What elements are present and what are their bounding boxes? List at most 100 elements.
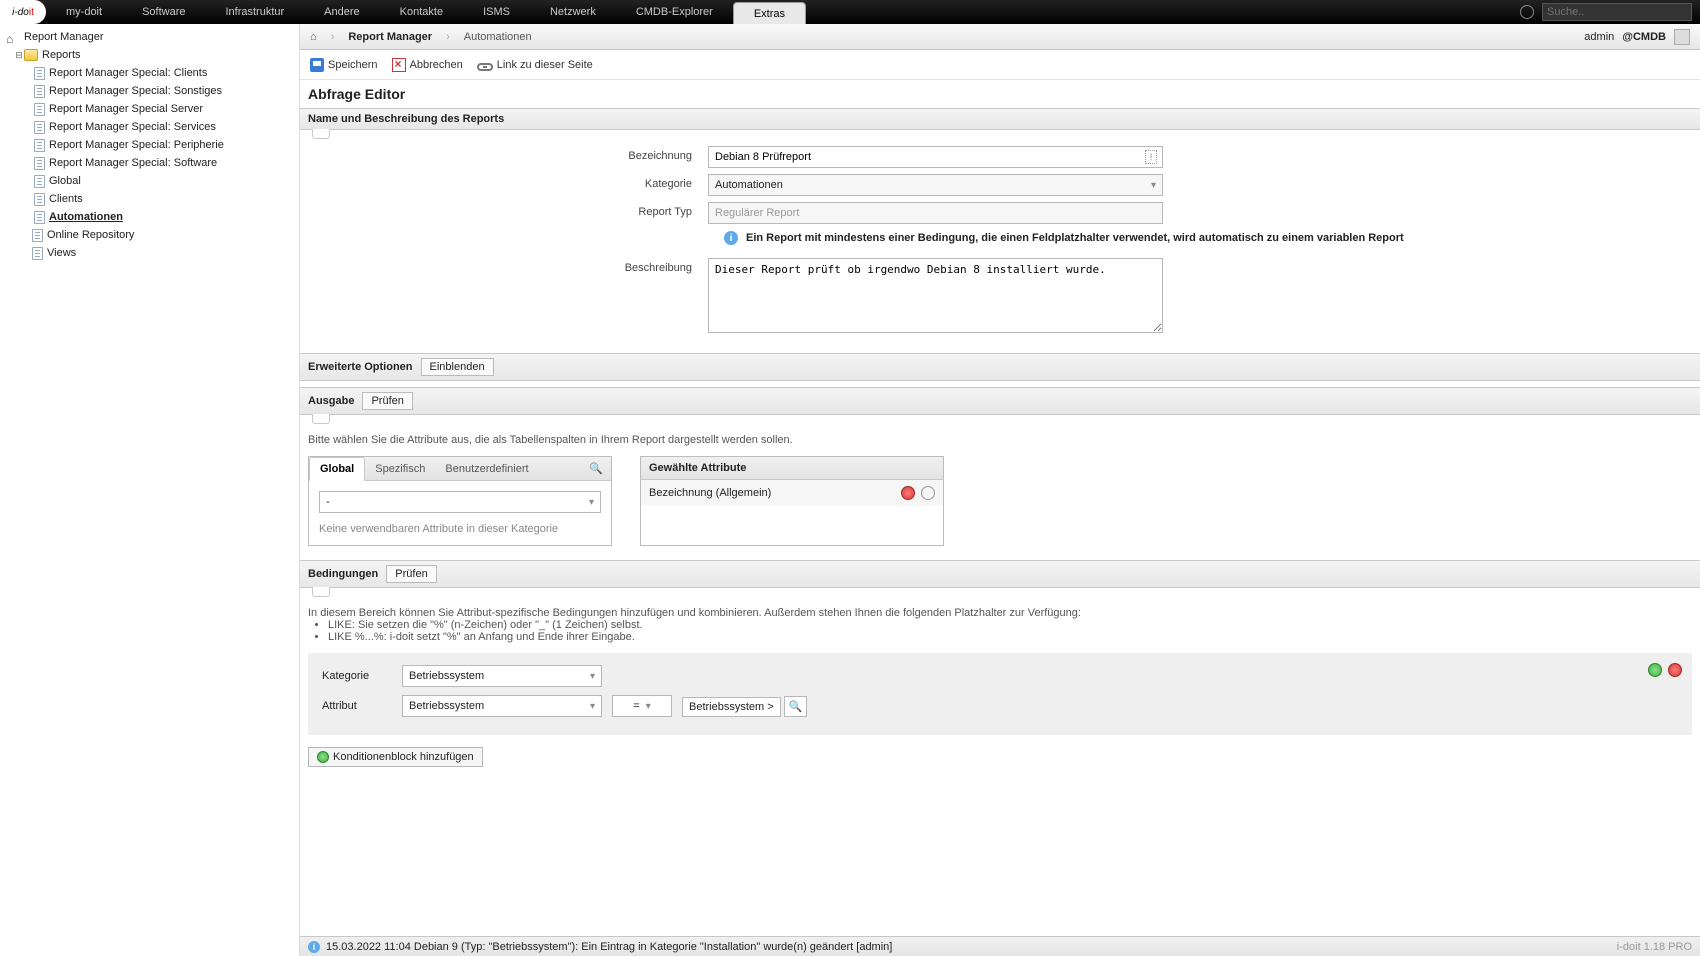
sidebar-item-label: Report Manager Special: Services	[49, 119, 216, 135]
sidebar-item-3[interactable]: Report Manager Special: Services	[0, 118, 299, 136]
breadcrumb-automationen[interactable]: Automationen	[464, 31, 532, 43]
sidebar-item-8[interactable]: Automationen	[0, 208, 299, 226]
cond-attribut-value: Betriebssystem	[409, 700, 484, 712]
doc-icon	[34, 211, 45, 224]
chevron-right-icon: ›	[331, 31, 335, 43]
select-kategorie-value: Automationen	[715, 179, 783, 191]
topnav-list: my-doitSoftwareInfrastrukturAndereKontak…	[46, 0, 806, 24]
sidebar-item-label: Report Manager Special: Peripherie	[49, 137, 224, 153]
tree-reports[interactable]: ⊟Reports	[0, 46, 299, 64]
select-kategorie[interactable]: Automationen ▾	[708, 174, 1163, 196]
topnav-item-kontakte[interactable]: Kontakte	[380, 0, 463, 24]
status-bar: i 15.03.2022 11:04 Debian 9 (Typ: "Betri…	[300, 936, 1700, 956]
chevron-down-icon: ▾	[590, 701, 595, 712]
cond-browse-button[interactable]: 🔍	[784, 696, 808, 717]
label-report-typ: Report Typ	[308, 202, 708, 218]
tree-root[interactable]: Report Manager	[0, 28, 299, 46]
topnav-item-netzwerk[interactable]: Netzwerk	[530, 0, 616, 24]
cond-select-attribut[interactable]: Betriebssystem ▾	[402, 695, 602, 717]
breadcrumb-report-manager[interactable]: Report Manager	[348, 31, 432, 43]
section-ausgabe: Ausgabe Prüfen	[300, 387, 1700, 415]
attribute-options-button[interactable]	[921, 486, 935, 500]
link-icon	[477, 63, 493, 71]
attr-tab-spezifisch[interactable]: Spezifisch	[365, 458, 435, 480]
global-search-input[interactable]	[1542, 3, 1692, 21]
remove-attribute-button[interactable]	[901, 486, 915, 500]
section-bedingungen-label: Bedingungen	[308, 568, 378, 580]
info-icon: i	[724, 231, 738, 245]
ausgabe-pruefen-button[interactable]: Prüfen	[362, 392, 412, 410]
chevron-right-icon: ›	[446, 31, 450, 43]
field-report-typ: Regulärer Report	[708, 202, 1163, 224]
section-bedingungen: Bedingungen Prüfen	[300, 560, 1700, 588]
sidebar-item-label: Automationen	[49, 209, 123, 225]
chevron-down-icon: ▾	[646, 701, 651, 712]
topnav-item-andere[interactable]: Andere	[304, 0, 379, 24]
sidebar-item-1[interactable]: Report Manager Special: Sonstiges	[0, 82, 299, 100]
label-kategorie: Kategorie	[308, 174, 708, 190]
chosen-attributes: Gewählte Attribute Bezeichnung (Allgemei…	[640, 456, 944, 546]
bedingungen-pruefen-button[interactable]: Prüfen	[386, 565, 436, 583]
bedingungen-description: In diesem Bereich können Sie Attribut-sp…	[300, 597, 1700, 647]
sidebar-item-6[interactable]: Global	[0, 172, 299, 190]
folder-open-icon	[24, 49, 38, 61]
topnav-item-infrastruktur[interactable]: Infrastruktur	[205, 0, 304, 24]
textarea-beschreibung[interactable]	[708, 258, 1163, 333]
tree-root-label: Report Manager	[24, 29, 104, 45]
section-erweiterte-label: Erweiterte Optionen	[308, 361, 413, 373]
remove-condition-block-button[interactable]	[1668, 663, 1682, 677]
tree-online-repo-label: Online Repository	[47, 227, 134, 243]
attr-search-icon[interactable]: 🔍	[581, 462, 611, 475]
attribute-tabs: GlobalSpezifischBenutzerdefiniert 🔍	[309, 457, 611, 481]
attr-tab-global[interactable]: Global	[309, 457, 365, 481]
sidebar-item-4[interactable]: Report Manager Special: Peripherie	[0, 136, 299, 154]
topnav-item-software[interactable]: Software	[122, 0, 205, 24]
attribute-category-value: -	[326, 496, 330, 508]
tree-online-repo[interactable]: Online Repository	[0, 226, 299, 244]
language-icon[interactable]	[1520, 5, 1534, 19]
cond-select-operator[interactable]: =▾	[612, 695, 672, 717]
avatar-icon[interactable]	[1674, 29, 1690, 45]
sidebar-item-0[interactable]: Report Manager Special: Clients	[0, 64, 299, 82]
collapse-icon[interactable]: ⊟	[14, 47, 24, 63]
add-condition-button[interactable]	[1648, 663, 1662, 677]
sidebar-item-2[interactable]: Report Manager Special Server	[0, 100, 299, 118]
cond-operator-value: =	[633, 700, 639, 712]
user-name: admin	[1584, 31, 1614, 43]
chosen-attribute-row: Bezeichnung (Allgemein)	[641, 480, 943, 506]
tree-views[interactable]: Views	[0, 244, 299, 262]
cancel-label: Abbrechen	[410, 59, 463, 71]
sidebar: Report Manager ⊟Reports Report Manager S…	[0, 24, 300, 956]
cond-value-field[interactable]: Betriebssystem >	[682, 697, 781, 717]
page-link-button[interactable]: Link zu dieser Seite	[477, 59, 593, 71]
sidebar-item-7[interactable]: Clients	[0, 190, 299, 208]
attribute-picker: GlobalSpezifischBenutzerdefiniert🔍 -▾ Ke…	[308, 456, 612, 546]
cancel-button[interactable]: Abbrechen	[392, 58, 463, 72]
plus-icon	[317, 751, 329, 763]
user-tenant: @CMDB	[1622, 31, 1666, 43]
save-button[interactable]: Speichern	[310, 58, 378, 72]
section-erweiterte-optionen: Erweiterte Optionen Einblenden	[300, 353, 1700, 381]
cond-label-kategorie: Kategorie	[322, 670, 392, 682]
field-report-typ-value: Regulärer Report	[715, 207, 799, 219]
einblenden-button[interactable]: Einblenden	[421, 358, 494, 376]
logo[interactable]: i-doit	[0, 0, 46, 24]
cond-select-kategorie[interactable]: Betriebssystem▾	[402, 665, 602, 687]
breadcrumb-home-icon[interactable]: ⌂	[310, 31, 317, 43]
attribute-category-select[interactable]: -▾	[319, 491, 601, 513]
page-title: Abfrage Editor	[300, 80, 1700, 108]
chevron-down-icon: ▾	[1151, 180, 1156, 191]
doc-icon	[34, 121, 45, 134]
topnav-item-isms[interactable]: ISMS	[463, 0, 530, 24]
input-bezeichnung[interactable]	[708, 146, 1163, 168]
sidebar-item-5[interactable]: Report Manager Special: Software	[0, 154, 299, 172]
topnav-item-my-doit[interactable]: my-doit	[46, 0, 122, 24]
home-icon	[6, 31, 20, 43]
save-label: Speichern	[328, 59, 378, 71]
info-text: Ein Report mit mindestens einer Bedingun…	[746, 232, 1404, 244]
add-condition-block-button[interactable]: Konditionenblock hinzufügen	[308, 747, 483, 767]
topnav-item-extras[interactable]: Extras	[733, 2, 806, 24]
topnav-item-cmdb-explorer[interactable]: CMDB-Explorer	[616, 0, 733, 24]
attr-tab-benutzerdefiniert[interactable]: Benutzerdefiniert	[435, 458, 538, 480]
top-navbar: i-doit my-doitSoftwareInfrastrukturAnder…	[0, 0, 1700, 24]
